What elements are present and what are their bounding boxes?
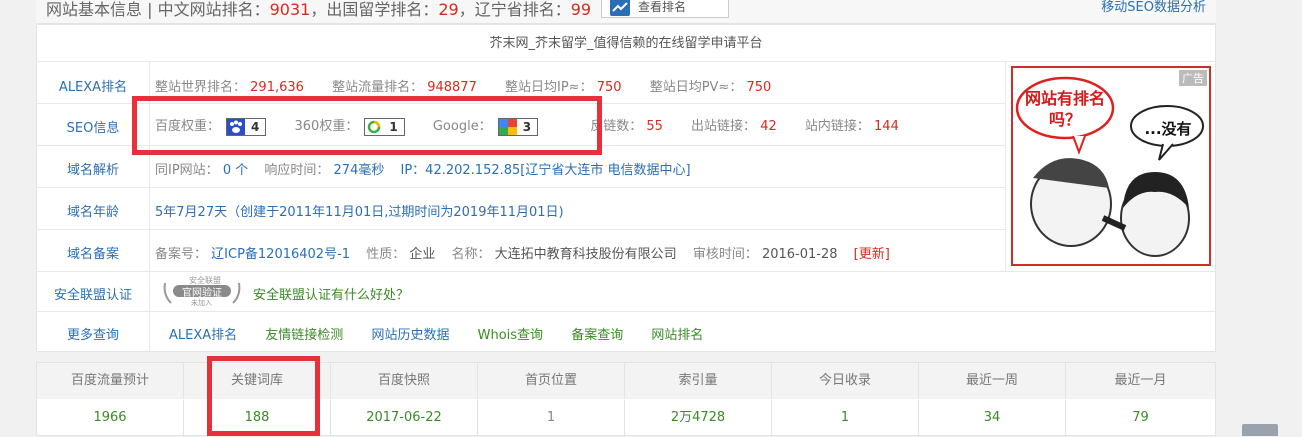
same-ip-value[interactable]: 0 个	[223, 163, 248, 178]
abroad-rank-label: ，出国留学排名：	[310, 0, 439, 19]
icp-row: 备案号： 辽ICP备12016402号-1 性质： 企业 名称： 大连拓中教育科…	[155, 243, 890, 262]
ip-address-link[interactable]: IP：42.202.152.85[辽宁省大连市 电信数据中心]	[401, 163, 691, 178]
header-summary: 网站基本信息 | 中文网站排名：9031，出国留学排名：29，辽宁省排名：99	[46, 0, 591, 20]
header-title: 网站基本信息	[46, 0, 143, 19]
daily-pv-value: 750	[746, 80, 772, 95]
stats-value-month[interactable]: 79	[1066, 400, 1215, 437]
response-time-label: 响应时间：	[264, 163, 330, 178]
security-benefit-link[interactable]: 安全联盟认证有什么好处？	[253, 284, 409, 303]
view-rank-button[interactable]: 查看排名	[601, 0, 729, 18]
dns-row: 同IP网站： 0 个 响应时间： 274毫秒 IP：42.202.152.85[…	[155, 159, 691, 178]
icp-number-link[interactable]: 辽ICP备12016402号-1	[211, 247, 350, 262]
province-rank-label: ，辽宁省排名：	[458, 0, 571, 19]
cn-rank-label: 中文网站排名：	[157, 0, 270, 19]
seo-highlight-box	[132, 96, 602, 155]
nature-label: 性质：	[366, 247, 406, 262]
domain-age-value: 5年7月27天（创建于2011年11月01日,过期时间为2019年11月01日)	[155, 205, 564, 220]
world-rank-label: 整站世界排名：	[155, 80, 247, 95]
update-link[interactable]: [更新]	[854, 247, 890, 262]
ad-bubble-question: 网站有排名吗？	[1025, 89, 1106, 129]
traffic-rank-value: 948877	[427, 80, 477, 95]
more-links: ALEXA排名 友情链接检测 网站历史数据 Whois查询 备案查询 网站排名	[169, 324, 703, 343]
outlinks-value: 42	[760, 119, 777, 134]
more-link-whois[interactable]: Whois查询	[478, 328, 543, 343]
stats-header-week: 最近一周	[919, 363, 1066, 399]
icp-number-label: 备案号：	[155, 247, 208, 262]
daily-ip-label: 整站日均IP≈：	[505, 80, 593, 95]
daily-pv-label: 整站日均PV≈：	[649, 80, 743, 95]
trend-chart-icon	[610, 0, 630, 16]
response-time-value: 274毫秒	[333, 163, 385, 178]
seal-main-text: 官网验证	[182, 288, 222, 299]
dns-row-label: 域名解析	[66, 163, 119, 178]
security-row-label: 安全联盟认证	[53, 288, 132, 303]
stats-value-week[interactable]: 34	[919, 400, 1066, 437]
outlinks-label: 出站链接：	[691, 119, 757, 134]
keywords-highlight-box	[207, 356, 320, 436]
company-name-label: 名称：	[451, 247, 491, 262]
backlinks-value: 55	[646, 119, 663, 134]
company-name-value: 大连拓中教育科技股份有限公司	[494, 247, 677, 262]
more-link-friendlink[interactable]: 友情链接检测	[265, 328, 343, 343]
stats-value-index[interactable]: 2万4728	[625, 400, 772, 437]
stats-header-snapshot: 百度快照	[331, 363, 478, 399]
header-separator: |	[147, 0, 153, 19]
audit-time-label: 审核时间：	[692, 247, 758, 262]
alexa-row: 整站世界排名： 291,636 整站流量排名： 948877 整站日均IP≈： …	[155, 76, 771, 95]
more-link-icp[interactable]: 备案查询	[571, 328, 623, 343]
stats-header-month: 最近一月	[1066, 363, 1215, 399]
seal-sub-text: 未加入	[191, 299, 212, 307]
more-row-label: 更多查询	[66, 328, 119, 343]
nature-value: 企业	[409, 247, 436, 262]
world-rank-value: 291,636	[250, 80, 304, 95]
abroad-rank-value: 29	[438, 0, 459, 19]
ad-bubble-answer: ...没有	[1144, 120, 1192, 138]
security-seal-badge[interactable]: 安全联盟 官网验证 未加入	[161, 275, 243, 307]
audit-time-value: 2016-01-28	[761, 247, 838, 262]
mobile-seo-link[interactable]: 移动SEO数据分析	[1101, 0, 1206, 15]
view-rank-label: 查看排名	[638, 0, 687, 14]
province-rank-value: 99	[570, 0, 592, 19]
more-link-history[interactable]: 网站历史数据	[371, 328, 449, 343]
more-link-alexa[interactable]: ALEXA排名	[169, 328, 237, 343]
stats-header-today: 今日收录	[772, 363, 919, 399]
icp-row-label: 域名备案	[66, 247, 119, 262]
stats-value-home-position: 1	[478, 400, 625, 437]
stats-value-snapshot[interactable]: 2017-06-22	[331, 400, 478, 437]
site-info-header: 网站基本信息 | 中文网站排名：9031，出国留学排名：29，辽宁省排名：99 …	[36, 0, 1216, 24]
site-title: 芥末网_芥末留学_值得信赖的在线留学申请平台	[489, 36, 763, 51]
ad-banner[interactable]: 广告 网站有排名吗？ ...没有	[1011, 66, 1211, 266]
stats-value-baidu-traffic[interactable]: 1966	[37, 400, 184, 437]
inlinks-label: 站内链接：	[804, 119, 870, 134]
traffic-rank-label: 整站流量排名：	[332, 80, 424, 95]
stats-value-today[interactable]: 1	[772, 400, 919, 437]
back-to-top-button[interactable]	[1242, 424, 1278, 436]
stats-header-index: 索引量	[625, 363, 772, 399]
alexa-row-label: ALEXA排名	[58, 80, 128, 95]
stats-header-baidu-traffic: 百度流量预计	[37, 363, 184, 399]
daily-ip-value: 750	[596, 80, 622, 95]
age-row-label: 域名年龄	[66, 205, 119, 220]
more-link-rank[interactable]: 网站排名	[651, 328, 703, 343]
inlinks-value: 144	[874, 119, 899, 134]
same-ip-label: 同IP网站：	[155, 163, 219, 178]
cn-rank-value: 9031	[269, 0, 311, 19]
stats-header-home-position: 首页位置	[478, 363, 625, 399]
